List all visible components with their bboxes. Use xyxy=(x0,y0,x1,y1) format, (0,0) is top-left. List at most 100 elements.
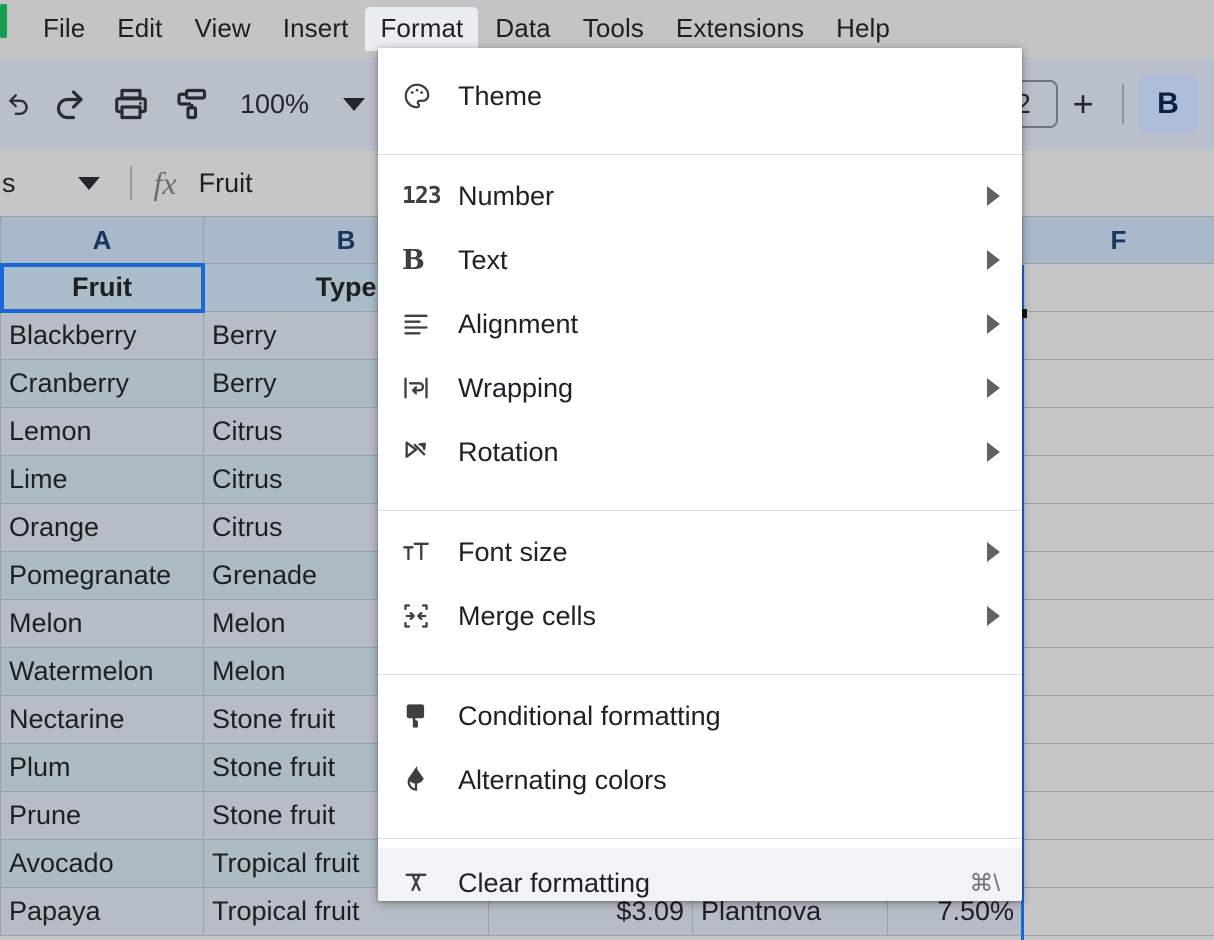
droplet-icon xyxy=(402,766,448,794)
cell-f[interactable] xyxy=(1022,311,1214,360)
menu-item-label: Clear formatting xyxy=(458,867,651,898)
cell-a1[interactable]: Fruit xyxy=(0,262,205,313)
cell-fruit[interactable]: Pomegranate xyxy=(0,551,204,600)
bold-b-icon: B xyxy=(402,244,425,276)
menu-item-alternating-colors[interactable]: Alternating colors xyxy=(378,748,1022,812)
zoom-level-label[interactable]: 100% xyxy=(234,89,315,120)
submenu-arrow-icon xyxy=(987,442,1000,462)
cell-fruit[interactable]: Blackberry xyxy=(0,311,204,360)
cell-f[interactable] xyxy=(1022,503,1214,552)
cell-fruit[interactable]: Cranberry xyxy=(0,359,204,408)
menu-item-font-size[interactable]: Font size xyxy=(378,520,1022,584)
font-size-icon xyxy=(402,538,448,566)
menu-format[interactable]: Format xyxy=(365,7,479,51)
name-box[interactable]: s xyxy=(2,168,16,199)
cell-f[interactable] xyxy=(1022,647,1214,696)
submenu-arrow-icon xyxy=(987,542,1000,562)
cell-fruit[interactable]: Plum xyxy=(0,743,204,792)
cell-fruit[interactable]: Avocado xyxy=(0,839,204,888)
cell-f[interactable] xyxy=(1022,407,1214,456)
cell-f[interactable] xyxy=(1022,791,1214,840)
cell-f[interactable] xyxy=(1022,455,1214,504)
alignment-icon xyxy=(402,310,448,338)
cell-f[interactable] xyxy=(1022,887,1214,936)
cell-fruit[interactable]: Melon xyxy=(0,599,204,648)
menu-edit[interactable]: Edit xyxy=(102,7,177,50)
fx-icon: fx xyxy=(153,164,177,201)
menu-item-label: Theme xyxy=(458,80,543,111)
cell-fruit[interactable]: Lemon xyxy=(0,407,204,456)
cell-f[interactable] xyxy=(1022,551,1214,600)
submenu-arrow-icon xyxy=(987,186,1000,206)
cell-f[interactable] xyxy=(1022,599,1214,648)
paint-format-icon[interactable] xyxy=(168,81,214,127)
menu-item-label: Rotation xyxy=(458,436,559,467)
cell-fruit[interactable]: Papaya xyxy=(0,887,204,936)
menu-item-text[interactable]: B Text xyxy=(378,228,1022,292)
cell-f[interactable] xyxy=(1022,839,1214,888)
wrapping-icon xyxy=(402,374,448,402)
cell-f1[interactable] xyxy=(1022,263,1214,312)
menu-data[interactable]: Data xyxy=(480,7,565,50)
menu-view[interactable]: View xyxy=(180,7,266,50)
menu-separator xyxy=(378,838,1022,839)
menu-item-number[interactable]: 123 Number xyxy=(378,164,1022,228)
menu-item-theme[interactable]: Theme xyxy=(378,64,1022,128)
cell-fruit[interactable]: Nectarine xyxy=(0,695,204,744)
name-box-chevron-down-icon[interactable] xyxy=(77,176,100,190)
menu-item-conditional-formatting[interactable]: Conditional formatting xyxy=(378,684,1022,748)
menu-item-rotation[interactable]: Rotation xyxy=(378,420,1022,484)
menu-separator xyxy=(378,674,1022,675)
menu-item-label: Alternating colors xyxy=(458,764,667,795)
menu-extensions[interactable]: Extensions xyxy=(661,7,819,50)
menu-item-label: Text xyxy=(458,244,508,275)
menu-tools[interactable]: Tools xyxy=(568,7,659,50)
cell-fruit[interactable]: Lime xyxy=(0,455,204,504)
clear-format-icon xyxy=(402,869,448,897)
app-logo-icon xyxy=(0,4,7,38)
menu-item-merge-cells[interactable]: Merge cells xyxy=(378,584,1022,648)
formula-bar-divider xyxy=(129,166,132,200)
toolbar-divider xyxy=(1122,84,1124,124)
zoom-chevron-down-icon[interactable] xyxy=(343,97,366,111)
number-123-icon: 123 xyxy=(402,183,442,209)
menu-item-label: Wrapping xyxy=(458,372,574,403)
redo-icon[interactable] xyxy=(46,81,92,127)
submenu-arrow-icon xyxy=(987,378,1000,398)
spreadsheet-app: File Edit View Insert Format Data Tools … xyxy=(0,0,1214,940)
column-header-f[interactable]: F xyxy=(1022,216,1214,264)
menu-item-wrapping[interactable]: Wrapping xyxy=(378,356,1022,420)
cell-fruit[interactable]: Orange xyxy=(0,503,204,552)
column-header-a[interactable]: A xyxy=(0,216,204,264)
increase-font-size-button[interactable]: + xyxy=(1058,86,1108,122)
menu-file[interactable]: File xyxy=(28,7,100,50)
menu-item-label: Number xyxy=(458,180,555,211)
cell-f[interactable] xyxy=(1022,743,1214,792)
merge-cells-icon xyxy=(402,602,448,630)
menu-item-label: Conditional formatting xyxy=(458,700,721,731)
format-menu-dropdown: Theme 123 Number B Text Alignment Wrappi… xyxy=(378,48,1022,901)
menu-item-label: Font size xyxy=(458,536,568,567)
menu-help[interactable]: Help xyxy=(821,7,905,50)
menu-item-alignment[interactable]: Alignment xyxy=(378,292,1022,356)
brush-icon xyxy=(402,702,448,730)
menu-insert[interactable]: Insert xyxy=(268,7,364,50)
formula-input[interactable]: Fruit xyxy=(199,168,253,199)
menu-item-label: Alignment xyxy=(458,308,579,339)
menu-item-shortcut: ⌘\ xyxy=(969,869,1000,897)
undo-icon[interactable] xyxy=(6,81,32,127)
palette-icon xyxy=(402,81,448,111)
cell-f[interactable] xyxy=(1022,359,1214,408)
print-icon[interactable] xyxy=(108,81,154,127)
cell-f[interactable] xyxy=(1022,695,1214,744)
rotation-icon xyxy=(402,438,448,466)
menu-item-clear-formatting[interactable]: Clear formatting ⌘\ xyxy=(378,848,1022,901)
menu-separator xyxy=(378,510,1022,511)
menu-separator xyxy=(378,154,1022,155)
cell-fruit[interactable]: Watermelon xyxy=(0,647,204,696)
submenu-arrow-icon xyxy=(987,314,1000,334)
cell-fruit[interactable]: Prune xyxy=(0,791,204,840)
submenu-arrow-icon xyxy=(987,606,1000,626)
bold-button[interactable]: B xyxy=(1138,75,1198,133)
menu-item-label: Merge cells xyxy=(458,600,597,631)
